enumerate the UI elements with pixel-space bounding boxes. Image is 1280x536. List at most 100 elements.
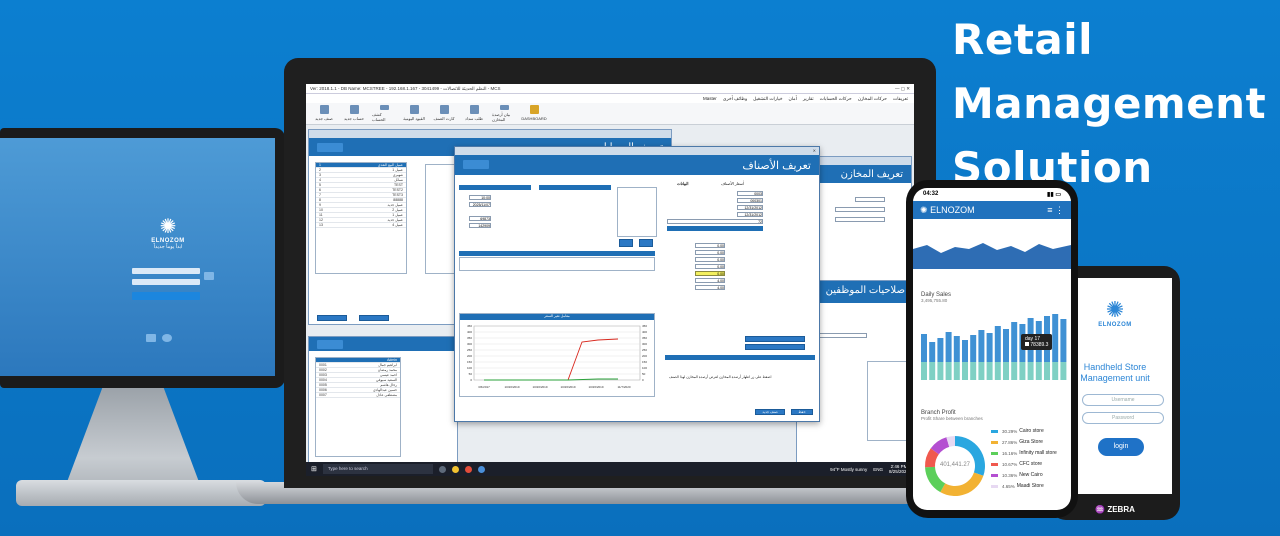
- stock-table-header: [459, 251, 655, 256]
- legend-name: New Cairo: [1019, 472, 1043, 478]
- items-title: تعريف الأصناف: [742, 160, 811, 172]
- user-code: 0007: [319, 393, 327, 397]
- accounts-secondary-button[interactable]: [359, 315, 389, 321]
- top-area-chart: [913, 243, 1071, 269]
- ribbon-stock-button[interactable]: بيان أرصدة المخازن: [492, 105, 516, 122]
- store-address-field[interactable]: [835, 217, 885, 222]
- ribbon-journal-button[interactable]: القيود اليومية: [402, 105, 426, 122]
- price-field[interactable]: 4.00: [695, 285, 725, 290]
- y2-tick-label: 350: [642, 336, 647, 340]
- settings-icon[interactable]: [146, 334, 156, 342]
- menu-item[interactable]: Master: [703, 96, 717, 101]
- window-controls-icon[interactable]: — ▢ ✕: [895, 86, 910, 91]
- legend-swatch: [991, 462, 998, 466]
- handheld-login-button[interactable]: login: [1098, 438, 1144, 456]
- entry-time-field[interactable]: 10:00: [469, 195, 491, 200]
- accounts-back-button[interactable]: [317, 143, 343, 152]
- monitor-stand-base: [16, 480, 266, 506]
- item-date2-field[interactable]: 12/31/2012: [737, 212, 763, 217]
- item-qty-field[interactable]: 72: [667, 219, 763, 224]
- sales-bar-lower: [945, 362, 952, 380]
- stock-field[interactable]: 69873: [469, 216, 491, 221]
- store-code-field[interactable]: [855, 197, 885, 202]
- app-icon[interactable]: [477, 465, 485, 473]
- item-code-field[interactable]: 0003: [737, 191, 763, 196]
- y-tick-label: 200: [467, 354, 472, 358]
- price-field[interactable]: 0.00: [695, 250, 725, 255]
- ribbon-new-account-button[interactable]: حساب جديد: [342, 105, 366, 122]
- app-ribbon: صنف جديد حساب جديد كشف الحساب القيود الي…: [306, 103, 914, 125]
- entry-date-field[interactable]: 2025/11/07: [469, 202, 491, 207]
- y-tick-label: 150: [467, 360, 472, 364]
- user-row[interactable]: 0007 مصطفى عادل: [316, 393, 400, 398]
- price-field[interactable]: 0.00: [695, 243, 725, 248]
- upload-image-button[interactable]: [639, 239, 653, 247]
- ribbon-item-card-button[interactable]: كارت الصنف: [432, 105, 456, 122]
- account-name: عميل جديد: [387, 203, 403, 207]
- employees-title: صلاحيات الموظفين: [825, 285, 905, 296]
- barcode-field[interactable]: 000301: [737, 198, 763, 203]
- monitor-login-button[interactable]: [132, 292, 200, 300]
- show-stock-button[interactable]: [745, 336, 805, 342]
- ribbon-label: كشف الحساب: [372, 112, 386, 122]
- items-back-button[interactable]: [463, 160, 489, 169]
- price-field[interactable]: 0.00: [695, 264, 725, 269]
- ribbon-statement-button[interactable]: كشف الحساب: [372, 105, 396, 122]
- item-date-field[interactable]: 12/31/2012: [737, 205, 763, 210]
- headline: Retail Management Solution: [952, 8, 1266, 200]
- y2-tick-label: 0: [642, 378, 644, 382]
- menu-item[interactable]: حركات المخازن: [858, 96, 887, 101]
- handheld-password-input[interactable]: Password: [1082, 412, 1164, 424]
- price-field[interactable]: 4.00: [695, 278, 725, 283]
- keyboard-icon[interactable]: [204, 272, 214, 280]
- y2-tick-label: 300: [642, 342, 647, 346]
- menu-icon[interactable]: ≡ ⋮: [1047, 205, 1064, 216]
- task-view-icon[interactable]: [438, 465, 446, 473]
- users-back-button[interactable]: [317, 340, 343, 349]
- stock2-field[interactable]: 142909: [469, 223, 491, 228]
- legend-swatch: [991, 484, 998, 488]
- legend-item: 10.36% New Cairo: [991, 472, 1043, 478]
- price-field[interactable]: 0.00: [695, 257, 725, 262]
- ribbon-dashboard-button[interactable]: DASHBOARD: [521, 105, 547, 122]
- y-tick-label: 50: [469, 372, 473, 376]
- account-code: 11: [319, 213, 323, 217]
- tab-item-prices[interactable]: أسعار الأصناف: [721, 181, 744, 186]
- sales-bar-lower: [1044, 362, 1050, 380]
- chrome-icon[interactable]: [464, 465, 472, 473]
- store-name-field[interactable]: [835, 207, 885, 212]
- taskbar-search-input[interactable]: Type here to search: [322, 464, 433, 474]
- ribbon-payment-button[interactable]: طلب سداد: [462, 105, 486, 122]
- account-row[interactable]: 13 عميل 4: [316, 223, 406, 228]
- price-field[interactable]: 0.00: [695, 271, 725, 276]
- item-new-button[interactable]: صنف جديد: [755, 409, 785, 415]
- add-price-button[interactable]: [745, 344, 805, 350]
- menu-item[interactable]: تعريفات: [893, 96, 908, 101]
- accounts-action-button[interactable]: [317, 315, 347, 321]
- tab-item-data[interactable]: البيانات: [677, 181, 688, 186]
- legend-item: 10.67% CFC store: [991, 461, 1042, 467]
- windows-start-icon[interactable]: ⊞: [311, 465, 317, 473]
- monitor-username-field[interactable]: [132, 268, 200, 274]
- menu-item[interactable]: خيارات التشغيل: [753, 96, 782, 101]
- delete-image-button[interactable]: [619, 239, 633, 247]
- signal-battery-icon: ▮▮ ▭: [1047, 192, 1061, 198]
- monitor-password-field[interactable]: [132, 279, 200, 285]
- menu-item[interactable]: وظائف أخرى: [723, 96, 747, 101]
- x-tick-label: 10/20/2019: [532, 385, 547, 389]
- menu-item[interactable]: تقارير: [803, 96, 814, 101]
- user-code: 0004: [319, 378, 327, 382]
- sales-bar-lower: [962, 362, 968, 380]
- account-name: شهيري: [392, 173, 403, 177]
- item-save-button[interactable]: حفظ: [791, 409, 813, 415]
- file-explorer-icon[interactable]: [451, 465, 459, 473]
- weather-widget[interactable]: 94°F Mostly sunny: [830, 467, 867, 472]
- account-name: نسائل: [394, 178, 403, 182]
- handheld-username-input[interactable]: Username: [1082, 394, 1164, 406]
- x-tick-label: 10/20/2019: [504, 385, 519, 389]
- menu-item[interactable]: أمان: [789, 96, 797, 101]
- menu-item[interactable]: حركات الحسابات: [820, 96, 852, 101]
- power-icon[interactable]: [162, 334, 172, 342]
- ribbon-new-item-button[interactable]: صنف جديد: [312, 105, 336, 122]
- language-indicator[interactable]: ENG: [873, 467, 883, 472]
